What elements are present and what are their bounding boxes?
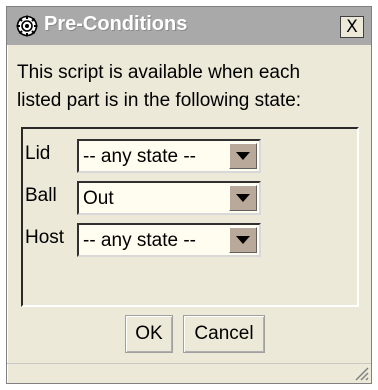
state-dropdown-lid[interactable]: -- any state -- xyxy=(77,139,261,173)
conditions-panel: Lid -- any state -- Ball Out Host -- any… xyxy=(21,127,359,307)
chevron-down-icon xyxy=(236,194,250,202)
pre-conditions-dialog: Pre-Conditions X This script is availabl… xyxy=(6,6,372,384)
resize-grip-icon[interactable] xyxy=(353,365,369,381)
instruction-line-1: This script is available when each xyxy=(17,62,301,83)
selected-state: Out xyxy=(83,188,114,209)
dropdown-arrow-button[interactable] xyxy=(229,185,257,211)
selected-state: -- any state -- xyxy=(83,230,196,251)
selected-state: -- any state -- xyxy=(83,146,196,167)
instruction-line-2: listed part is in the following state: xyxy=(17,90,302,111)
part-label: Lid xyxy=(25,143,51,164)
close-button[interactable]: X xyxy=(340,16,364,38)
part-label: Ball xyxy=(25,185,57,206)
button-bar: OK Cancel xyxy=(7,315,371,355)
gear-icon xyxy=(16,15,38,37)
cancel-button[interactable]: Cancel xyxy=(183,315,265,353)
dropdown-arrow-button[interactable] xyxy=(229,143,257,169)
dialog-title: Pre-Conditions xyxy=(44,13,188,35)
ok-button[interactable]: OK xyxy=(125,315,173,353)
instruction-text: This script is available when each liste… xyxy=(17,59,367,115)
part-label: Host xyxy=(25,227,65,248)
status-bar xyxy=(7,363,371,383)
chevron-down-icon xyxy=(236,152,250,160)
chevron-down-icon xyxy=(236,236,250,244)
state-dropdown-ball[interactable]: Out xyxy=(77,181,261,215)
close-icon: X xyxy=(346,16,358,37)
dropdown-arrow-button[interactable] xyxy=(229,227,257,253)
state-dropdown-host[interactable]: -- any state -- xyxy=(77,223,261,257)
title-bar[interactable]: Pre-Conditions X xyxy=(7,7,371,45)
